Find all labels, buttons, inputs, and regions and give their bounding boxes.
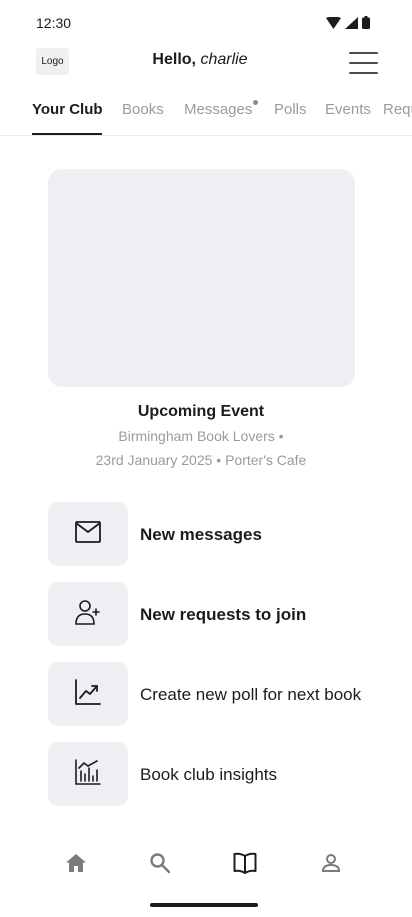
search-icon [149,852,171,879]
nav-home[interactable] [64,853,88,877]
new-messages-action[interactable]: New messages [48,502,388,566]
create-poll-icon-box [48,662,128,726]
home-indicator[interactable] [150,903,258,907]
new-messages-label: New messages [140,525,262,544]
new-messages-icon-box [48,502,128,566]
mail-icon [75,520,101,548]
event-date-location: 23rd January 2025 • Porter's Cafe [95,452,307,468]
greeting: Hello, charlie [0,51,400,69]
battery-icon [362,16,370,34]
messages-badge [253,100,258,105]
bar-chart-icon [75,758,101,790]
insights-icon-box [48,742,128,806]
event-club-name: Birmingham Book Lovers • [118,428,284,444]
profile-icon [321,853,341,878]
status-icons [326,16,370,34]
event-image[interactable] [48,169,355,387]
menu-icon-line [349,52,378,54]
signal-icon [345,16,358,34]
add-user-icon [75,599,101,630]
tab-bar: Your Club Books Messages Polls Events Re… [0,86,412,136]
menu-icon-line [349,62,378,64]
app-header: Logo Hello, charlie [0,46,412,78]
nav-profile[interactable] [319,853,343,877]
create-poll-action[interactable]: Create new poll for next book [48,662,388,726]
tab-messages[interactable]: Messages [184,101,252,118]
user-name: charlie [200,51,248,68]
book-icon [233,852,257,879]
menu-icon-line [349,72,378,74]
status-bar: 12:30 [0,0,412,46]
tab-polls[interactable]: Polls [274,101,307,118]
tab-requests[interactable]: Requ [383,101,412,118]
greeting-hello: Hello, [152,51,196,68]
bottom-nav [0,845,412,885]
insights-label: Book club insights [140,765,278,784]
tab-your-club[interactable]: Your Club [32,101,103,118]
insights-action[interactable]: Book club insights [48,742,388,806]
home-icon [65,853,87,878]
status-time: 12:30 [36,15,72,31]
tab-events[interactable]: Events [325,101,371,118]
nav-search[interactable] [148,852,172,879]
create-poll-label: Create new poll for next book [140,685,362,704]
new-requests-icon-box [48,582,128,646]
tab-books[interactable]: Books [122,101,164,118]
nav-books[interactable] [233,852,257,879]
new-requests-label: New requests to join [140,605,307,624]
trend-chart-icon [75,678,101,710]
menu-button[interactable] [349,52,378,74]
event-title: Upcoming Event [137,403,265,420]
wifi-icon [326,16,341,34]
new-requests-action[interactable]: New requests to join [48,582,388,646]
active-tab-indicator [32,133,102,135]
